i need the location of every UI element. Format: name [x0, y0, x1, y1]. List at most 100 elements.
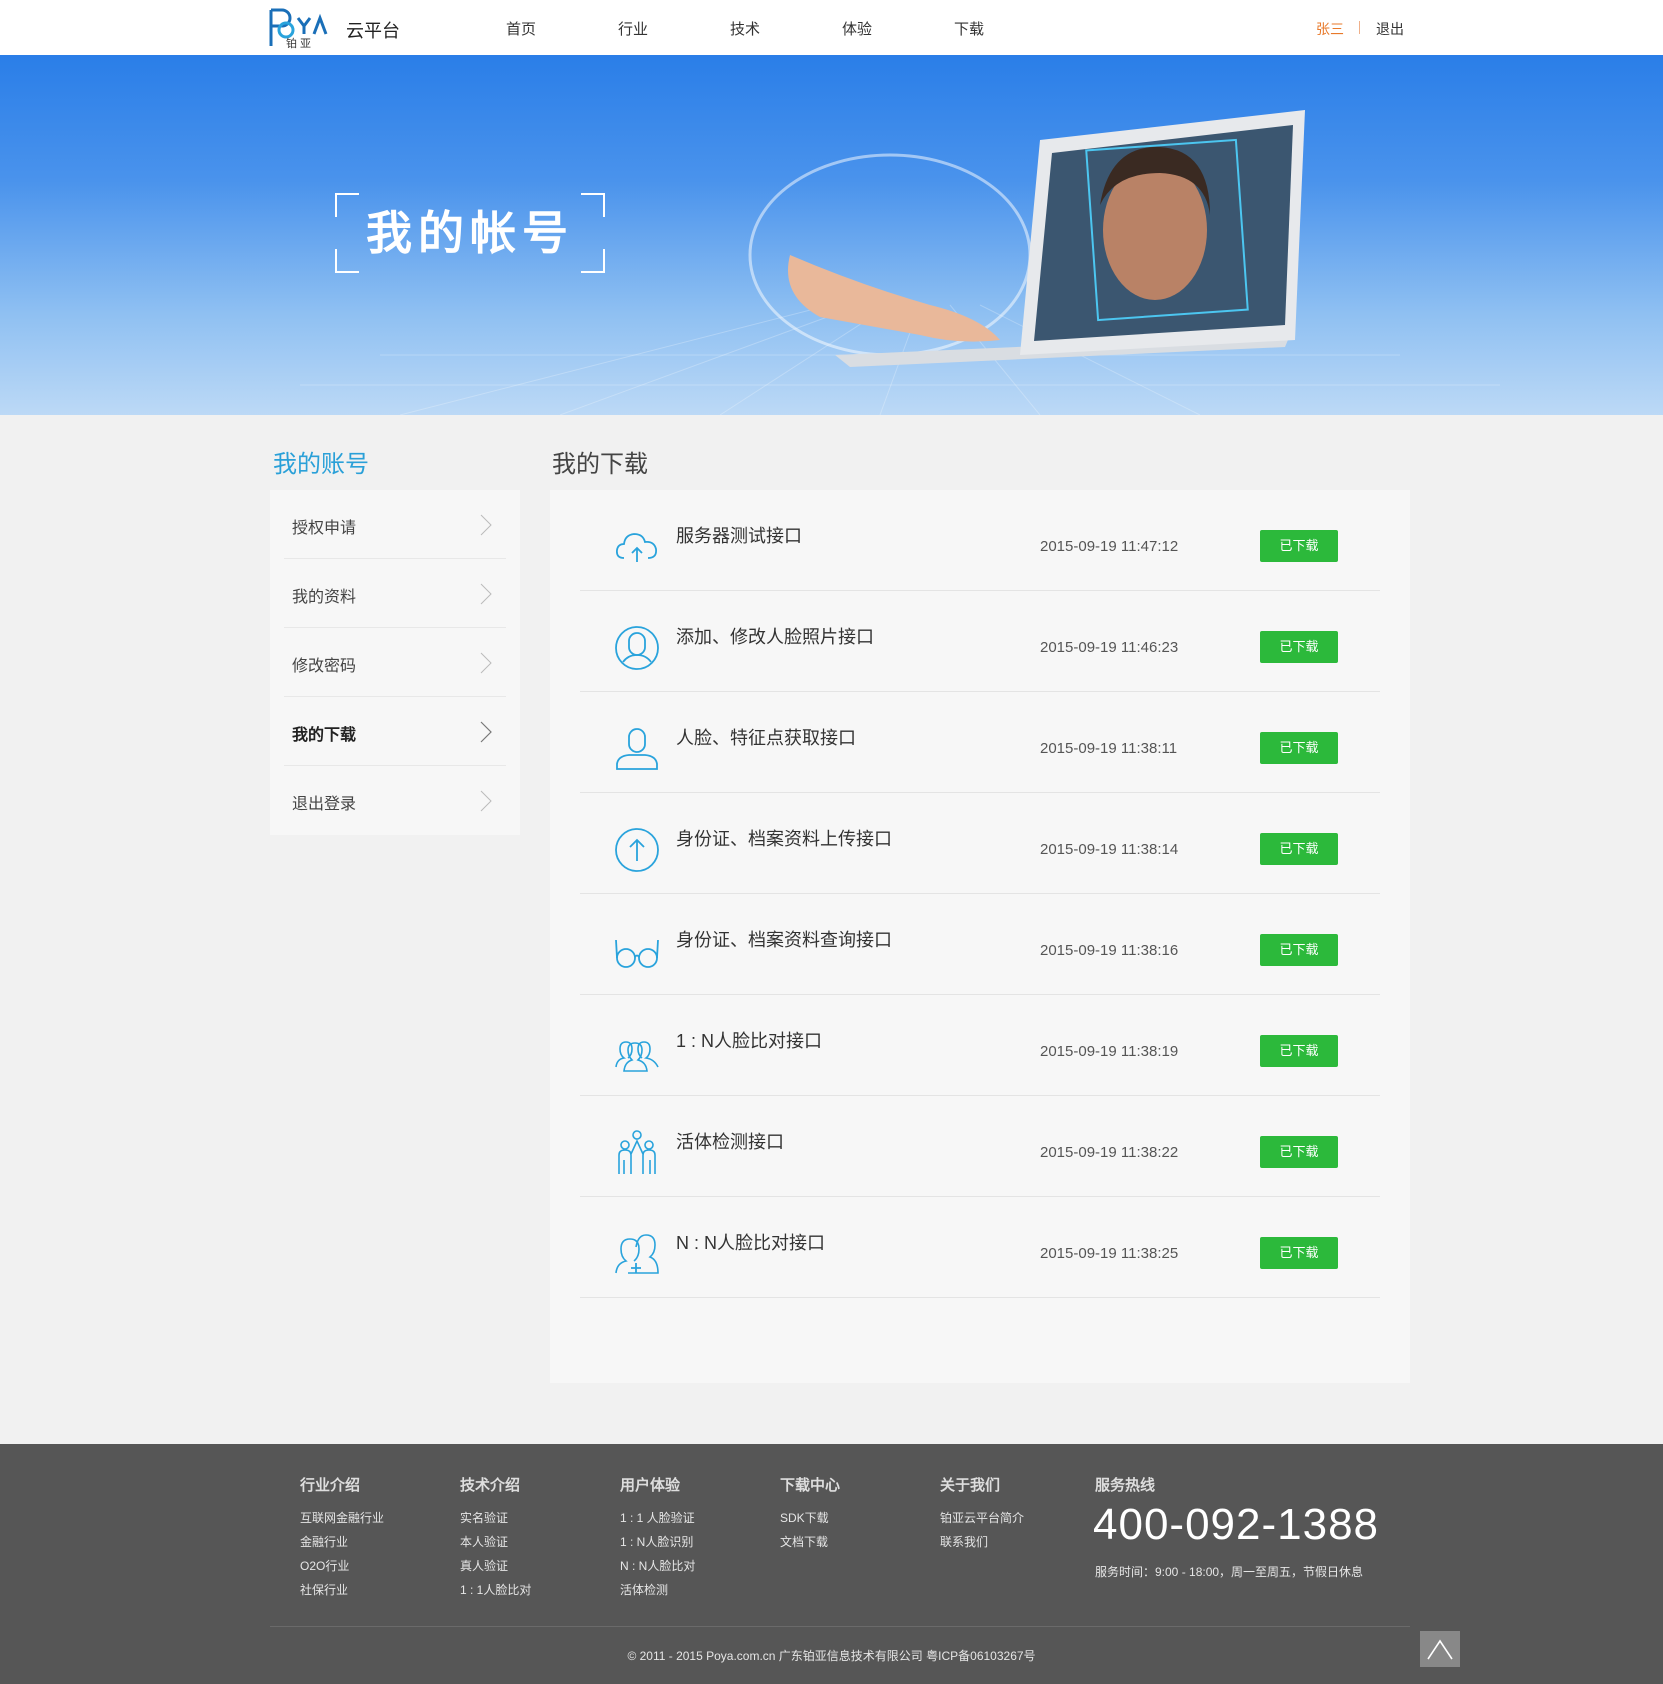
download-name: 添加、修改人脸照片接口	[676, 627, 874, 647]
footer-link[interactable]: 联系我们	[940, 1530, 1024, 1554]
hero-banner: 我的帐号	[0, 55, 1663, 415]
sidebar-item-label: 我的资料	[292, 589, 357, 606]
downloaded-button[interactable]: 已下载	[1260, 833, 1338, 865]
group-icon	[615, 1041, 659, 1072]
header-divider	[1359, 21, 1360, 34]
download-time: 2015-09-19 11:38:11	[1040, 740, 1178, 757]
main-nav: 首页 行业 技术 体验 下载	[0, 18, 1663, 38]
footer-link[interactable]: 活体检测	[620, 1578, 695, 1602]
user-icon	[616, 728, 658, 770]
sidebar-item-label: 退出登录	[292, 796, 357, 813]
downloaded-button[interactable]: 已下载	[1260, 1035, 1338, 1067]
service-hours: 服务时间：9:00 - 18:00，周一至周五，节假日休息	[1095, 1565, 1364, 1579]
downloaded-button[interactable]: 已下载	[1260, 934, 1338, 966]
nav-download[interactable]: 下载	[954, 18, 984, 39]
arrow-up-circle-icon	[615, 828, 659, 872]
chevron-right-icon	[480, 652, 492, 674]
download-time: 2015-09-19 11:38:16	[1040, 942, 1179, 959]
downloaded-button[interactable]: 已下载	[1260, 1136, 1338, 1168]
cloud-upload-icon	[615, 533, 657, 562]
download-row: 1 : N人脸比对接口 2015-09-19 11:38:19 已下载	[580, 995, 1380, 1096]
add-user-icon	[615, 1234, 659, 1274]
footer-link[interactable]: 金融行业	[300, 1530, 384, 1554]
download-time: 2015-09-19 11:46:23	[1040, 639, 1179, 656]
download-row: 活体检测接口 2015-09-19 11:38:22 已下载	[580, 1096, 1380, 1197]
download-time: 2015-09-19 11:38:19	[1040, 1043, 1179, 1060]
chevron-up-icon	[1427, 1639, 1453, 1660]
footer-link[interactable]: SDK下载	[780, 1506, 840, 1530]
family-icon	[618, 1130, 656, 1174]
download-name: 人脸、特征点获取接口	[676, 728, 856, 748]
sidebar-item-change-password[interactable]: 修改密码	[284, 628, 506, 697]
sidebar-item-label: 授权申请	[292, 520, 357, 537]
footer-col-experience: 用户体验 1 : 1 人脸验证 1 : N人脸识别 N : N人脸比对 活体检测	[620, 1474, 695, 1602]
sidebar-item-label: 我的下载	[292, 727, 357, 744]
chevron-right-icon	[480, 514, 492, 536]
nav-industry[interactable]: 行业	[618, 18, 648, 39]
footer-link[interactable]: 1 : N人脸识别	[620, 1530, 695, 1554]
logout-link[interactable]: 退出	[1376, 19, 1404, 39]
footer-col-tech: 技术介绍 实名验证 本人验证 真人验证 1 : 1人脸比对	[460, 1474, 531, 1602]
downloaded-button[interactable]: 已下载	[1260, 530, 1338, 562]
footer-link[interactable]: 1 : 1 人脸验证	[620, 1506, 695, 1530]
download-time: 2015-09-19 11:47:12	[1040, 538, 1179, 555]
footer-col-title: 用户体验	[620, 1477, 681, 1494]
back-to-top-button[interactable]	[1420, 1631, 1460, 1667]
download-row: N : N人脸比对接口 2015-09-19 11:38:25 已下载	[580, 1197, 1380, 1298]
downloaded-button[interactable]: 已下载	[1260, 1237, 1338, 1269]
footer-link[interactable]: 社保行业	[300, 1578, 384, 1602]
nav-home[interactable]: 首页	[506, 18, 536, 39]
downloaded-button[interactable]: 已下载	[1260, 732, 1338, 764]
sidebar-item-label: 修改密码	[292, 658, 357, 675]
nav-tech[interactable]: 技术	[730, 18, 760, 39]
footer-link[interactable]: O2O行业	[300, 1554, 384, 1578]
hotline-title: 服务热线	[1095, 1477, 1156, 1494]
footer-link[interactable]: 真人验证	[460, 1554, 531, 1578]
download-row: 身份证、档案资料上传接口 2015-09-19 11:38:14 已下载	[580, 793, 1380, 894]
download-row: 人脸、特征点获取接口 2015-09-19 11:38:11 已下载	[580, 692, 1380, 793]
nav-experience[interactable]: 体验	[842, 18, 872, 39]
chevron-right-icon	[480, 790, 492, 812]
chevron-right-icon	[480, 721, 492, 743]
download-time: 2015-09-19 11:38:14	[1040, 841, 1179, 858]
download-name: N : N人脸比对接口	[676, 1233, 826, 1253]
footer-link[interactable]: 本人验证	[460, 1530, 531, 1554]
downloaded-button[interactable]: 已下载	[1260, 631, 1338, 663]
footer-link[interactable]: 文档下载	[780, 1530, 840, 1554]
site-footer: 行业介绍 互联网金融行业 金融行业 O2O行业 社保行业 技术介绍 实名验证 本…	[0, 1444, 1663, 1684]
sidebar-item-authorization[interactable]: 授权申请	[284, 490, 506, 559]
sidebar-item-profile[interactable]: 我的资料	[284, 559, 506, 628]
download-name: 身份证、档案资料查询接口	[676, 930, 892, 950]
download-name: 活体检测接口	[676, 1132, 784, 1152]
copyright: © 2011 - 2015 Poya.com.cn 广东铂亚信息技术有限公司 粤…	[627, 1649, 1036, 1663]
download-name: 1 : N人脸比对接口	[676, 1031, 823, 1051]
banner-title: 我的帐号	[366, 207, 574, 259]
footer-col-title: 行业介绍	[300, 1477, 361, 1494]
footer-link[interactable]: 铂亚云平台简介	[940, 1506, 1024, 1530]
banner-title-box: 我的帐号	[335, 193, 605, 273]
footer-link[interactable]: 1 : 1人脸比对	[460, 1578, 531, 1602]
footer-link[interactable]: 互联网金融行业	[300, 1506, 384, 1530]
footer-divider	[270, 1626, 1410, 1627]
footer-col-downloads: 下载中心 SDK下载 文档下载	[780, 1474, 840, 1554]
sidebar-item-my-downloads[interactable]: 我的下载	[284, 697, 506, 766]
hotline-number: 400-092-1388	[1093, 1500, 1380, 1549]
footer-col-title: 技术介绍	[460, 1477, 521, 1494]
page-title: 我的下载	[552, 451, 648, 478]
footer-link[interactable]: 实名验证	[460, 1506, 531, 1530]
footer-col-industry: 行业介绍 互联网金融行业 金融行业 O2O行业 社保行业	[300, 1474, 384, 1602]
footer-col-about: 关于我们 铂亚云平台简介 联系我们	[940, 1474, 1024, 1554]
sidebar-title: 我的账号	[273, 451, 369, 478]
sidebar-item-sign-out[interactable]: 退出登录	[284, 766, 506, 835]
user-name-link[interactable]: 张三	[1316, 19, 1344, 39]
top-header: 铂 亚 云平台 首页 行业 技术 体验 下载 张三 退出	[0, 0, 1663, 55]
footer-link[interactable]: N : N人脸比对	[620, 1554, 695, 1578]
chevron-right-icon	[480, 583, 492, 605]
download-row: 服务器测试接口 2015-09-19 11:47:12 已下载	[580, 490, 1380, 591]
banner-illustration	[300, 110, 1500, 415]
downloads-panel: 服务器测试接口 2015-09-19 11:47:12 已下载 添加、修改人脸照…	[550, 490, 1410, 1383]
account-sidebar: 授权申请 我的资料 修改密码 我的下载 退出登录	[270, 490, 520, 835]
download-name: 身份证、档案资料上传接口	[676, 829, 892, 849]
face-circle-icon	[615, 626, 659, 670]
download-row: 身份证、档案资料查询接口 2015-09-19 11:38:16 已下载	[580, 894, 1380, 995]
